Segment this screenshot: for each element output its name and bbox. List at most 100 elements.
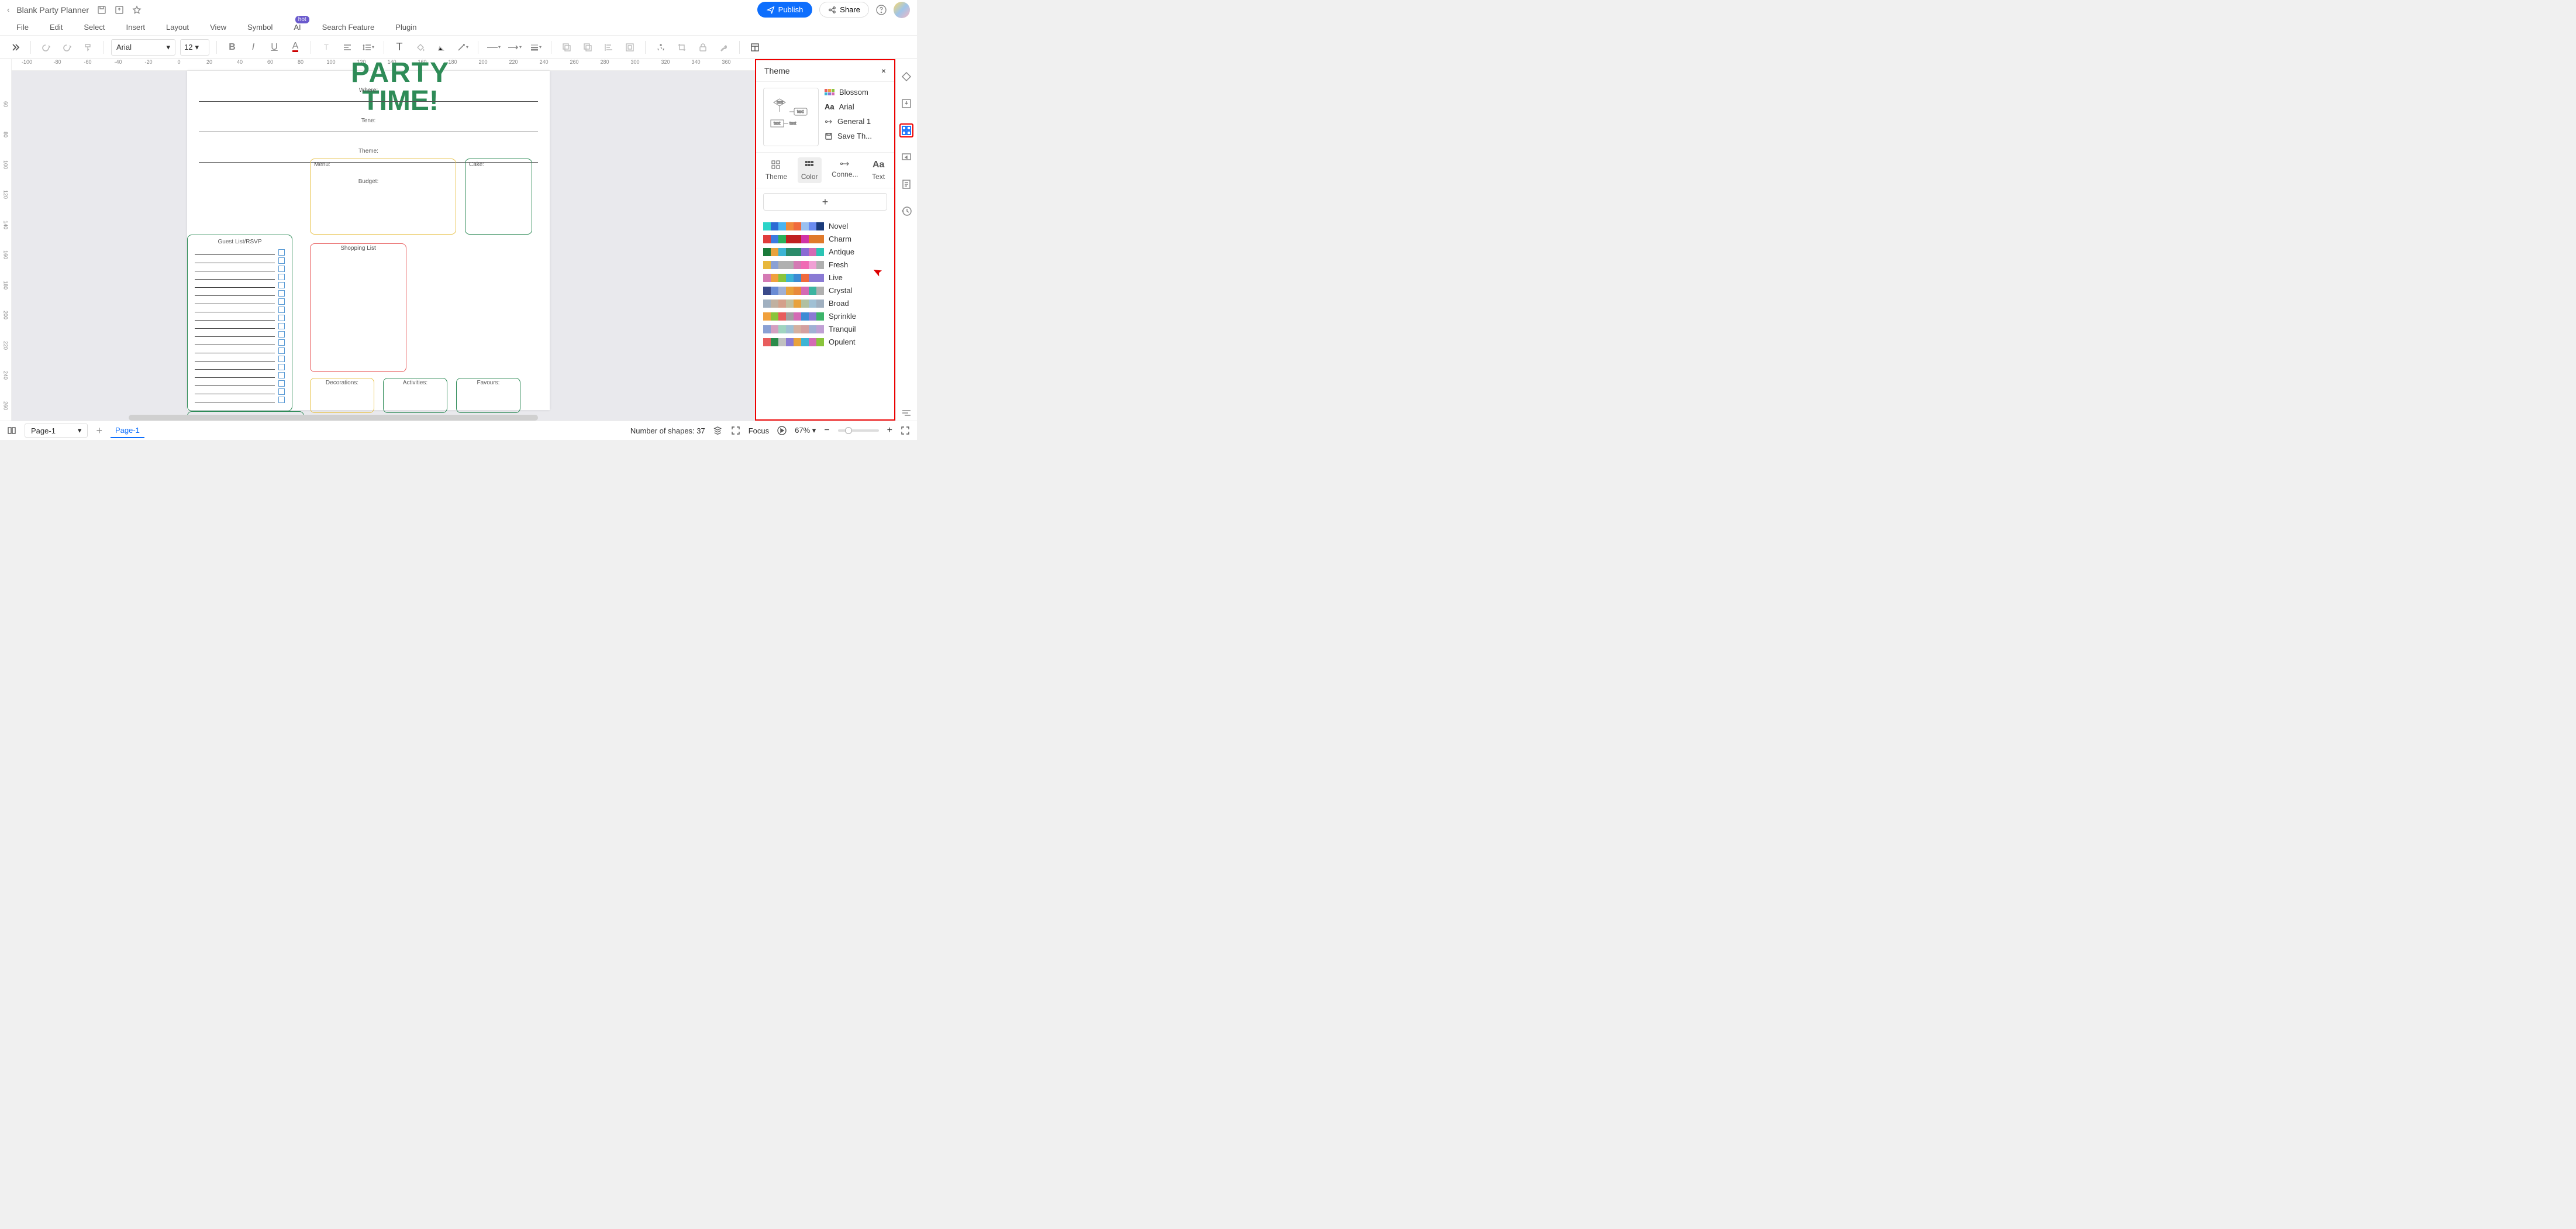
history-icon[interactable] [899, 204, 913, 218]
text-tool-icon[interactable]: T [391, 39, 408, 56]
zoom-slider[interactable] [838, 429, 879, 432]
menu-edit[interactable]: Edit [50, 23, 63, 32]
color-scheme-sprinkle[interactable]: Sprinkle [763, 312, 887, 321]
zoom-out-button[interactable]: − [824, 425, 829, 436]
checklist-row[interactable] [188, 274, 292, 280]
menu-layout[interactable]: Layout [166, 23, 189, 32]
checklist-row[interactable] [188, 356, 292, 362]
color-scheme-fresh[interactable]: Fresh [763, 260, 887, 269]
presentation-icon[interactable] [899, 150, 913, 164]
share-button[interactable]: Share [819, 2, 869, 18]
play-icon[interactable] [777, 426, 787, 435]
color-scheme-charm[interactable]: Charm [763, 235, 887, 243]
bring-front-icon[interactable] [580, 39, 596, 56]
layout-panel-icon[interactable] [747, 39, 763, 56]
cake-box[interactable]: Cake: [465, 159, 532, 235]
line-weight-icon[interactable]: ▾ [527, 39, 544, 56]
checklist-row[interactable] [188, 331, 292, 338]
menu-plugin[interactable]: Plugin [395, 23, 416, 32]
fill-icon[interactable] [412, 39, 429, 56]
align-icon[interactable] [339, 39, 356, 56]
lock-icon[interactable] [695, 39, 711, 56]
menu-insert[interactable]: Insert [126, 23, 146, 32]
theme-save[interactable]: Save Th... [825, 132, 887, 140]
notes-icon[interactable] [899, 177, 913, 191]
color-scheme-crystal[interactable]: Crystal [763, 286, 887, 295]
fit-icon[interactable] [731, 426, 740, 435]
format-painter-icon[interactable] [80, 39, 96, 56]
add-theme-button[interactable]: + [763, 193, 887, 211]
expand-panel-icon[interactable] [7, 39, 23, 56]
connector-icon[interactable]: ▾ [454, 39, 471, 56]
zoom-in-button[interactable]: + [887, 425, 892, 436]
bold-icon[interactable]: B [224, 39, 240, 56]
checklist-row[interactable] [188, 364, 292, 370]
group-icon[interactable] [622, 39, 638, 56]
menu-ai[interactable]: AIhot [294, 23, 301, 32]
tab-theme[interactable]: Theme [762, 157, 791, 183]
checklist-row[interactable] [188, 266, 292, 272]
undo-icon[interactable] [38, 39, 54, 56]
checklist-row[interactable] [188, 397, 292, 403]
checklist-row[interactable] [188, 372, 292, 378]
canvas-wrapper[interactable]: -100-80-60 -40-200 204060 80100120 14016… [12, 59, 917, 421]
favours-box[interactable]: Favours: [456, 378, 520, 413]
wrench-icon[interactable] [716, 39, 732, 56]
page-list-icon[interactable] [7, 426, 16, 435]
color-scheme-antique[interactable]: Antique [763, 247, 887, 256]
menu-view[interactable]: View [210, 23, 226, 32]
layers-icon[interactable] [713, 426, 723, 435]
ai-sparkle-icon[interactable] [653, 39, 669, 56]
horizontal-scrollbar[interactable] [129, 415, 538, 421]
import-icon[interactable] [899, 97, 913, 111]
line-style-icon[interactable]: ▾ [485, 39, 502, 56]
theme-blossom[interactable]: Blossom [825, 88, 887, 97]
checklist-row[interactable] [188, 380, 292, 387]
font-color-icon[interactable]: A [287, 39, 304, 56]
info-box[interactable]: Where: Tene: Theme: Budget: [187, 71, 292, 235]
color-scheme-tranquil[interactable]: Tranquil [763, 325, 887, 333]
guest-list-box[interactable]: Guest List/RSVP [187, 235, 292, 411]
arrow-icon[interactable]: ▾ [506, 39, 523, 56]
menu-search-feature[interactable]: Search Feature [322, 23, 375, 32]
checklist-row[interactable] [188, 347, 292, 354]
italic-icon[interactable]: I [245, 39, 261, 56]
checklist-row[interactable] [188, 323, 292, 329]
fullscreen-icon[interactable] [901, 426, 910, 435]
color-scheme-live[interactable]: Live [763, 273, 887, 282]
zoom-level[interactable]: 67% ▾ [795, 426, 816, 435]
star-icon[interactable] [132, 5, 142, 15]
pen-icon[interactable] [433, 39, 450, 56]
close-icon[interactable]: × [881, 66, 886, 75]
page-select[interactable]: Page-1▾ [25, 424, 88, 438]
theme-grid-icon[interactable] [899, 123, 913, 137]
checklist-row[interactable] [188, 290, 292, 297]
color-scheme-broad[interactable]: Broad [763, 299, 887, 308]
checklist-row[interactable] [188, 339, 292, 346]
underline-icon[interactable]: U [266, 39, 282, 56]
color-scheme-opulent[interactable]: Opulent [763, 338, 887, 346]
decorations-box[interactable]: Decorations: [310, 378, 374, 413]
user-avatar[interactable] [894, 2, 910, 18]
publish-button[interactable]: Publish [757, 2, 813, 18]
menu-select[interactable]: Select [84, 23, 105, 32]
theme-preview[interactable]: text text text text [763, 88, 819, 146]
outline-icon[interactable] [899, 407, 913, 421]
font-size-select[interactable]: 12▾ [180, 39, 209, 56]
tab-color[interactable]: Color [798, 157, 822, 183]
crop-icon[interactable] [674, 39, 690, 56]
canvas-page[interactable]: PARTY TIME! Where: Tene: Theme: Budget: … [187, 71, 550, 410]
menu-box[interactable]: Menu: [310, 159, 456, 235]
focus-label[interactable]: Focus [749, 426, 769, 435]
text-format-icon[interactable]: T [318, 39, 334, 56]
shape-fill-icon[interactable] [899, 70, 913, 84]
menu-symbol[interactable]: Symbol [247, 23, 273, 32]
checklist-row[interactable] [188, 298, 292, 305]
checklist-row[interactable] [188, 249, 292, 256]
add-page-button[interactable]: + [96, 425, 102, 437]
save-icon[interactable] [97, 5, 106, 15]
checklist-row[interactable] [188, 257, 292, 264]
page-tab-1[interactable]: Page-1 [111, 424, 144, 438]
theme-font[interactable]: AaArial [825, 102, 887, 111]
line-spacing-icon[interactable]: ▾ [360, 39, 377, 56]
